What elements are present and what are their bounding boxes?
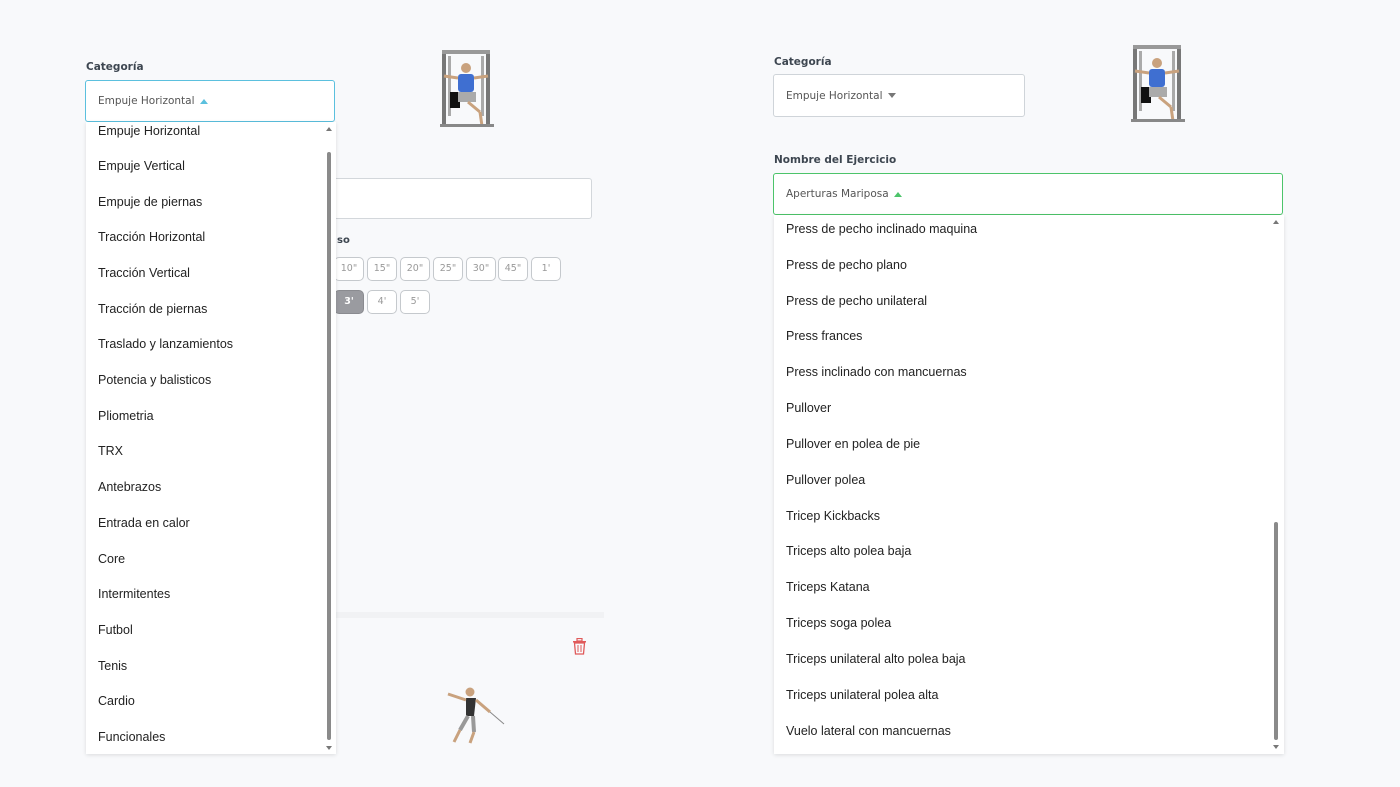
- list-item[interactable]: Entrada en calor: [98, 515, 190, 531]
- list-item[interactable]: Intermitentes: [98, 586, 170, 602]
- list-item[interactable]: Empuje de piernas: [98, 194, 202, 210]
- list-item[interactable]: Press de pecho plano: [786, 257, 907, 273]
- left-exercise-field[interactable]: [320, 178, 592, 219]
- list-item[interactable]: Funcionales: [98, 729, 165, 745]
- list-item[interactable]: Potencia y balisticos: [98, 372, 211, 388]
- list-item[interactable]: Traslado y lanzamientos: [98, 336, 233, 352]
- exercise-name-value: Aperturas Mariposa: [786, 188, 889, 200]
- scroll-down-arrow-icon[interactable]: [1273, 745, 1279, 749]
- list-item[interactable]: Tricep Kickbacks: [786, 508, 880, 524]
- list-item[interactable]: Triceps soga polea: [786, 615, 891, 631]
- caret-down-icon: [887, 93, 896, 98]
- left-category-label: Categoría: [86, 61, 144, 73]
- left-rest-label-partial: so: [337, 235, 350, 246]
- list-item[interactable]: Triceps unilateral polea alta: [786, 687, 938, 703]
- rest-chip-4m[interactable]: 4': [367, 290, 397, 314]
- list-item[interactable]: Vuelo lateral con mancuernas: [786, 723, 951, 739]
- right-category-label: Categoría: [774, 56, 832, 68]
- list-item[interactable]: Core: [98, 551, 125, 567]
- left-category-select[interactable]: Empuje Horizontal: [85, 80, 335, 122]
- right-category-select[interactable]: Empuje Horizontal: [773, 74, 1025, 117]
- rest-chip-1m[interactable]: 1': [531, 257, 561, 281]
- list-item[interactable]: Empuje Horizontal: [98, 123, 200, 139]
- list-item[interactable]: Press frances: [786, 328, 862, 344]
- list-item[interactable]: Press de pecho unilateral: [786, 293, 927, 309]
- scroll-up-arrow-icon[interactable]: [1273, 220, 1279, 224]
- right-category-value: Empuje Horizontal: [786, 89, 883, 102]
- left-category-value: Empuje Horizontal: [98, 95, 195, 107]
- scroll-down-arrow-icon[interactable]: [326, 746, 332, 750]
- list-item[interactable]: Triceps Katana: [786, 579, 870, 595]
- chest-press-machine-icon: [1131, 45, 1185, 122]
- list-item[interactable]: Tracción de piernas: [98, 301, 207, 317]
- exercise-name-label: Nombre del Ejercicio: [774, 154, 897, 166]
- list-item[interactable]: TRX: [98, 443, 123, 459]
- list-item[interactable]: Antebrazos: [98, 479, 161, 495]
- list-item[interactable]: Pullover: [786, 400, 831, 416]
- list-item[interactable]: Tracción Horizontal: [98, 229, 205, 245]
- trash-icon[interactable]: [572, 638, 587, 655]
- list-item[interactable]: Cardio: [98, 693, 135, 709]
- left-category-dropdown[interactable]: Empuje Horizontal Empuje Vertical Empuje…: [86, 122, 336, 754]
- list-item[interactable]: Press inclinado con mancuernas: [786, 364, 967, 380]
- caret-up-icon: [893, 191, 902, 197]
- caret-up-icon: [199, 98, 208, 104]
- list-item[interactable]: Press de pecho inclinado maquina: [786, 221, 977, 237]
- rest-chip-5m[interactable]: 5': [400, 290, 430, 314]
- list-item[interactable]: Pullover en polea de pie: [786, 436, 920, 452]
- rest-chip-10s[interactable]: 10": [334, 257, 364, 281]
- scrollbar-thumb[interactable]: [327, 152, 331, 740]
- list-item[interactable]: Empuje Vertical: [98, 158, 185, 174]
- section-divider: [336, 612, 604, 618]
- rest-chip-20s[interactable]: 20": [400, 257, 430, 281]
- rest-chip-30s[interactable]: 30": [466, 257, 496, 281]
- scroll-up-arrow-icon[interactable]: [326, 127, 332, 131]
- rest-chip-15s[interactable]: 15": [367, 257, 397, 281]
- exercise-name-dropdown[interactable]: Press de pecho inclinado maquina Press d…: [774, 215, 1284, 754]
- list-item[interactable]: Tenis: [98, 658, 127, 674]
- list-item[interactable]: Triceps alto polea baja: [786, 543, 911, 559]
- rest-chip-3m-selected[interactable]: 3': [334, 290, 364, 314]
- exercise-figure-icon: [447, 687, 505, 744]
- rest-chip-25s[interactable]: 25": [433, 257, 463, 281]
- exercise-name-select[interactable]: Aperturas Mariposa: [773, 173, 1283, 215]
- list-item[interactable]: Triceps unilateral alto polea baja: [786, 651, 966, 667]
- list-item[interactable]: Tracción Vertical: [98, 265, 190, 281]
- list-item[interactable]: Futbol: [98, 622, 133, 638]
- scrollbar-thumb[interactable]: [1274, 522, 1278, 740]
- rest-chip-45s[interactable]: 45": [498, 257, 528, 281]
- chest-press-machine-icon: [440, 50, 494, 127]
- list-item[interactable]: Pullover polea: [786, 472, 865, 488]
- list-item[interactable]: Pliometria: [98, 408, 154, 424]
